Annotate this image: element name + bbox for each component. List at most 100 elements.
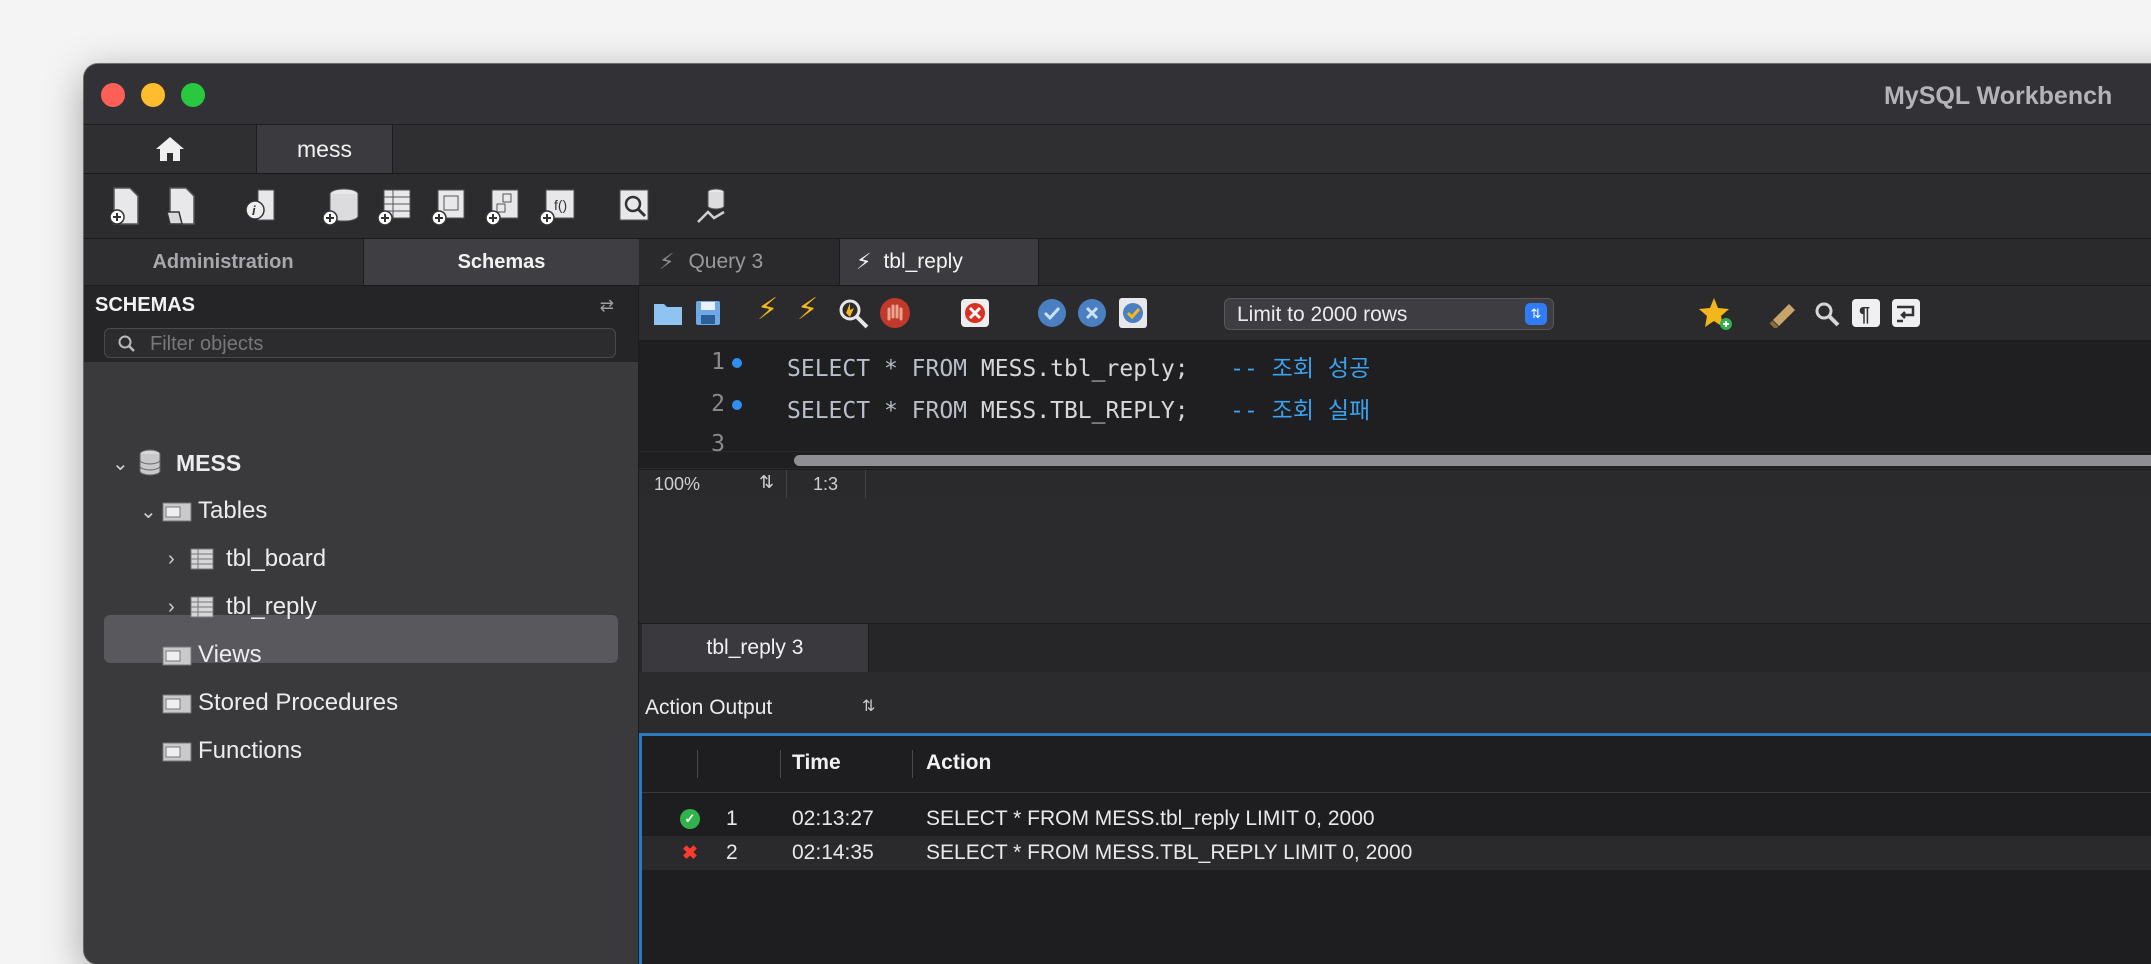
divider: [912, 750, 913, 778]
procedures-label: Stored Procedures: [198, 689, 399, 716]
chevron-right-icon[interactable]: ›: [168, 596, 190, 619]
tab-label: tbl_reply: [883, 250, 963, 273]
chevron-updown-icon[interactable]: ⇅: [759, 472, 774, 493]
create-function-icon[interactable]: f(): [538, 186, 578, 228]
result-tab-bar: tbl_reply 3: [639, 623, 2151, 673]
divider: [697, 750, 698, 778]
word-wrap-icon[interactable]: [1891, 298, 1921, 328]
invisible-chars-icon[interactable]: ¶: [1851, 298, 1881, 328]
tab-query-3[interactable]: ⚡︎ Query 3: [639, 239, 839, 285]
stop-icon[interactable]: [879, 297, 911, 329]
create-table-icon[interactable]: [376, 186, 414, 228]
limit-rows-select[interactable]: Limit to 2000 rows ⇅: [1224, 298, 1554, 330]
home-tab[interactable]: [84, 125, 255, 173]
statement-marker: [732, 358, 742, 368]
editor-status-bar: 100% ⇅ 1:3: [639, 469, 2151, 499]
search-table-data-icon[interactable]: [616, 186, 654, 226]
tree-schema-mess[interactable]: ⌄ MESS: [112, 440, 241, 486]
zoom-window-button[interactable]: [181, 83, 205, 107]
chevron-down-icon[interactable]: ⌄: [140, 499, 162, 524]
chevron-updown-icon: ⇅: [1525, 303, 1547, 325]
sql-keyword: SELECT: [787, 356, 871, 382]
database-icon: [139, 449, 161, 476]
line-number: 2: [711, 391, 725, 417]
reconnect-icon[interactable]: [694, 186, 734, 228]
connection-tab-mess[interactable]: mess: [256, 125, 393, 173]
table-icon: [190, 548, 214, 570]
chevron-right-icon[interactable]: ›: [168, 548, 190, 571]
table-header: Time Action: [642, 736, 2151, 793]
output-header: Action Output ⇅: [639, 672, 2151, 732]
row-action: SELECT * FROM MESS.TBL_REPLY LIMIT 0, 20…: [926, 841, 1413, 864]
folder-icon: [162, 694, 192, 714]
sql-identifier: MESS.tbl_reply;: [967, 356, 1189, 382]
scrollbar-thumb[interactable]: [794, 455, 2151, 466]
editor-horizontal-scrollbar[interactable]: [639, 452, 2151, 468]
tree-table-tbl-board[interactable]: › tbl_board: [168, 536, 326, 582]
svg-text:i: i: [252, 203, 256, 218]
workbench-window: MySQL Workbench mess i f() Administratio…: [84, 64, 2151, 964]
open-file-icon[interactable]: [653, 300, 683, 326]
execute-current-icon[interactable]: ⚡︎: [797, 292, 818, 327]
svg-text:f(): f(): [554, 197, 567, 213]
tree-table-tbl-reply[interactable]: › tbl_reply: [168, 584, 317, 630]
chevron-updown-icon[interactable]: ⇅: [862, 696, 875, 716]
output-type-select[interactable]: Action Output: [645, 696, 772, 720]
tab-tbl-reply[interactable]: ⚡︎ tbl_reply: [839, 239, 1039, 285]
success-icon: ✓: [680, 809, 700, 829]
autocommit-icon[interactable]: [1117, 296, 1149, 330]
schemas-header: SCHEMAS ⇄: [84, 286, 638, 326]
add-snippet-icon[interactable]: [1699, 296, 1735, 332]
code-line-2[interactable]: SELECT * FROM MESS.TBL_REPLY; -- 조회 실패: [787, 391, 1370, 425]
lightning-icon: ⚡︎: [856, 249, 872, 274]
refresh-icon[interactable]: ⇄: [600, 296, 614, 316]
code-line-1[interactable]: SELECT * FROM MESS.tbl_reply; -- 조회 성공: [787, 349, 1370, 383]
error-icon: ✖: [682, 842, 698, 864]
find-icon[interactable]: [1813, 300, 1841, 328]
tab-schemas[interactable]: Schemas: [363, 239, 639, 285]
table-row[interactable]: ✖ 2 02:14:35 SELECT * FROM MESS.TBL_REPL…: [642, 836, 2151, 870]
close-window-button[interactable]: [101, 83, 125, 107]
save-icon[interactable]: [695, 300, 721, 326]
main-toolbar: i f(): [84, 174, 2151, 239]
schemas-title: SCHEMAS: [95, 294, 196, 316]
window-title: MySQL Workbench: [1884, 82, 2113, 110]
create-schema-icon[interactable]: [320, 186, 360, 228]
tree-views[interactable]: Views: [162, 632, 262, 678]
row-time: 02:13:27: [792, 807, 874, 830]
stop-on-error-icon[interactable]: [959, 297, 991, 329]
execute-icon[interactable]: ⚡︎: [757, 292, 778, 327]
create-view-icon[interactable]: [430, 186, 468, 228]
sql-editor[interactable]: 1 SELECT * FROM MESS.tbl_reply; -- 조회 성공…: [639, 341, 2151, 456]
tree-functions[interactable]: Functions: [162, 728, 302, 774]
column-header-time[interactable]: Time: [792, 751, 841, 775]
action-output-table: Time Action ✓ 1 02:13:27 SELECT * FROM M…: [639, 733, 2151, 964]
chevron-down-icon[interactable]: ⌄: [112, 451, 134, 476]
sql-keyword: SELECT: [787, 398, 871, 424]
tab-administration[interactable]: Administration: [84, 239, 362, 285]
table-row[interactable]: ✓ 1 02:13:27 SELECT * FROM MESS.tbl_repl…: [642, 802, 2151, 836]
tables-label: Tables: [198, 497, 268, 524]
tab-label: Query 3: [688, 250, 764, 273]
table-icon: [190, 596, 214, 618]
open-sql-script-icon[interactable]: [164, 186, 198, 226]
commit-icon[interactable]: [1037, 298, 1067, 328]
tree-tables[interactable]: ⌄ Tables: [140, 488, 267, 534]
rollback-icon[interactable]: [1077, 298, 1107, 328]
explain-icon[interactable]: [837, 297, 869, 329]
tree-stored-procedures[interactable]: Stored Procedures: [162, 680, 398, 726]
column-header-action[interactable]: Action: [926, 751, 991, 775]
divider: [865, 470, 866, 498]
zoom-level[interactable]: 100%: [654, 474, 700, 495]
line-number: 1: [711, 349, 725, 375]
editor-spacer: [639, 498, 2151, 623]
sql-comment: -- 조회 성공: [1230, 356, 1371, 382]
beautify-icon[interactable]: [1769, 298, 1801, 328]
tab-result-tbl-reply-3[interactable]: tbl_reply 3: [642, 624, 869, 672]
filter-objects-input[interactable]: Filter objects: [104, 328, 616, 358]
inspector-icon[interactable]: i: [244, 186, 278, 226]
create-procedure-icon[interactable]: [484, 186, 522, 228]
new-sql-tab-icon[interactable]: [108, 186, 142, 226]
minimize-window-button[interactable]: [141, 83, 165, 107]
query-tab-bar: ⚡︎ Query 3 ⚡︎ tbl_reply: [639, 239, 2151, 286]
